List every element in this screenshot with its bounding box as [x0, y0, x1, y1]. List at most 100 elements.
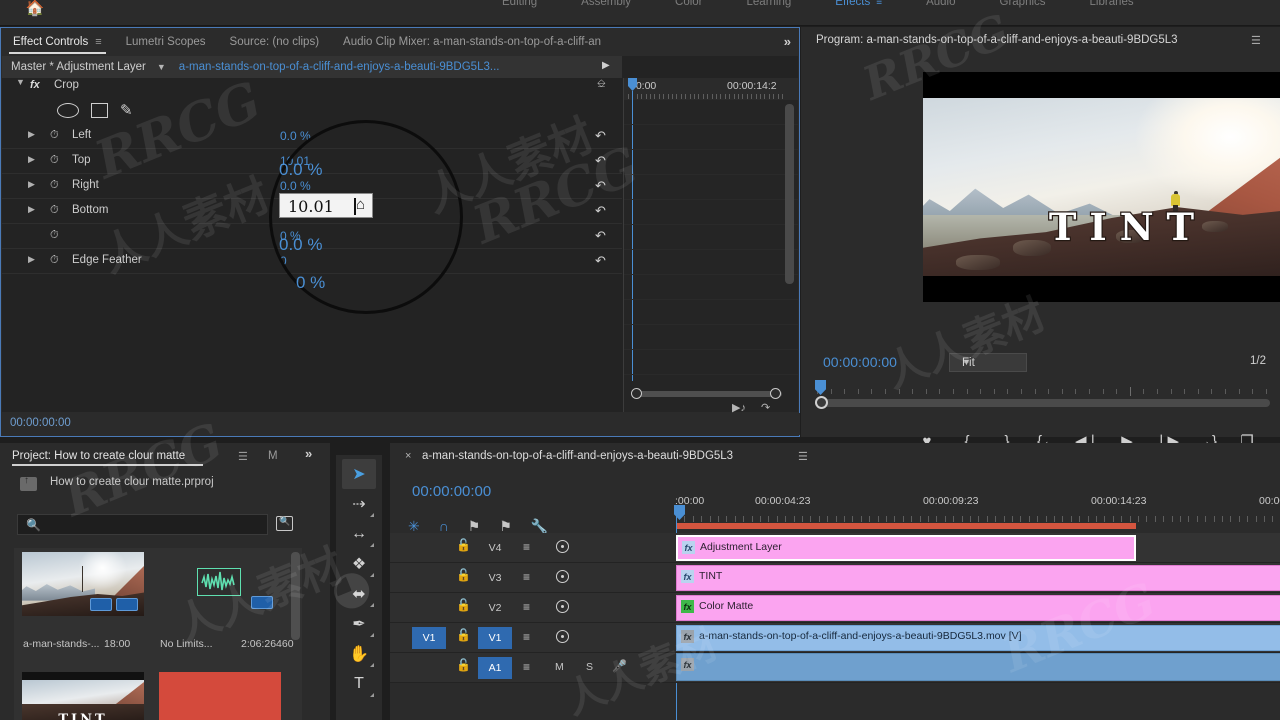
- project-file-row[interactable]: How to create clour matte.prproj: [0, 470, 330, 500]
- voice-over-icon[interactable]: 🎤: [612, 659, 627, 673]
- track-name-A1[interactable]: A1: [478, 657, 512, 679]
- type-tool[interactable]: T: [342, 669, 376, 699]
- ripple-edit-tool[interactable]: ↔: [342, 519, 376, 549]
- timeline-clip[interactable]: fx: [676, 653, 1280, 681]
- zoom-level-select[interactable]: Fit ▼: [949, 353, 1027, 372]
- effect-toggle-icon[interactable]: ⎒: [597, 78, 606, 91]
- workspace-tab-editing[interactable]: Editing: [480, 0, 559, 8]
- ellipse-mask-icon[interactable]: [57, 103, 79, 118]
- tab-source-no-clips[interactable]: Source: (no clips): [218, 28, 331, 56]
- lock-icon[interactable]: 🔓: [456, 598, 471, 612]
- track-visibility-icon[interactable]: [556, 540, 569, 553]
- sync-lock-icon[interactable]: ≡: [523, 630, 530, 644]
- pen-tool[interactable]: ✒: [342, 609, 376, 639]
- chevron-down-icon[interactable]: ▼: [16, 78, 25, 87]
- chevron-right-icon[interactable]: ▶: [28, 129, 35, 140]
- snap-icon[interactable]: ∩: [439, 518, 449, 534]
- home-icon[interactable]: 🏠: [24, 0, 46, 18]
- hamburger-icon[interactable]: ≡: [95, 28, 101, 56]
- reset-icon[interactable]: ↶: [595, 228, 606, 244]
- workspace-tab-audio[interactable]: Audio: [904, 0, 977, 8]
- effect-timeline-ruler[interactable]: 00:00 00:00:14:2: [624, 78, 798, 100]
- effect-controls-overflow-button[interactable]: »: [784, 34, 791, 49]
- sync-lock-icon[interactable]: ≡: [523, 540, 530, 554]
- workspace-tab-libraries[interactable]: Libraries: [1068, 0, 1156, 8]
- tab-project[interactable]: Project: How to create clour matte: [12, 443, 204, 469]
- sync-lock-icon[interactable]: ≡: [523, 600, 530, 614]
- zoom-handle-left[interactable]: [631, 388, 642, 399]
- tab-sequence[interactable]: a-man-stands-on-top-of-a-cliff-and-enjoy…: [422, 450, 733, 462]
- play-arrow-icon[interactable]: ▶: [602, 60, 610, 71]
- zoom-scrollbar[interactable]: [624, 388, 798, 400]
- reset-icon[interactable]: ↶: [595, 153, 606, 169]
- program-scrubber[interactable]: [801, 379, 1280, 413]
- lock-icon[interactable]: 🔓: [456, 658, 471, 672]
- track-visibility-icon[interactable]: [556, 600, 569, 613]
- workspace-tab-learning[interactable]: Learning: [725, 0, 814, 8]
- hamburger-icon[interactable]: ☰: [1251, 34, 1261, 47]
- tab-media-browser-partial[interactable]: M: [268, 443, 278, 469]
- stopwatch-icon[interactable]: ⏱: [50, 179, 59, 192]
- timeline-clip[interactable]: fx Adjustment Layer: [676, 535, 1136, 561]
- reset-icon[interactable]: ↶: [595, 128, 606, 144]
- solo-track-button[interactable]: S: [586, 661, 593, 673]
- tab-lumetri-scopes[interactable]: Lumetri Scopes: [114, 28, 218, 56]
- program-monitor-video[interactable]: TINT: [923, 72, 1280, 302]
- timeline-clip[interactable]: fx a-man-stands-on-top-of-a-cliff-and-enj…: [676, 625, 1280, 651]
- workspace-tab-effects[interactable]: Effects ≡: [813, 0, 904, 8]
- hamburger-icon[interactable]: ≡: [876, 0, 882, 8]
- captions-icon[interactable]: ⚑: [468, 518, 481, 535]
- workspace-tab-assembly[interactable]: Assembly: [559, 0, 653, 8]
- stopwatch-icon[interactable]: ⏱: [50, 229, 59, 242]
- track-visibility-icon[interactable]: [556, 630, 569, 643]
- hamburger-icon[interactable]: ☰: [798, 450, 808, 463]
- razor-tool[interactable]: ❖: [342, 549, 376, 579]
- sync-lock-icon[interactable]: ≡: [523, 570, 530, 584]
- workspace-tab-graphics[interactable]: Graphics: [978, 0, 1068, 8]
- chevron-down-icon[interactable]: ▼: [157, 62, 166, 72]
- effect-controls-timecode[interactable]: 00:00:00:00: [10, 417, 71, 429]
- reset-icon[interactable]: ↶: [595, 253, 606, 269]
- track-target-toggle[interactable]: V1: [412, 627, 446, 649]
- stopwatch-icon[interactable]: ⏱: [50, 154, 59, 167]
- parameter-value[interactable]: 0.0 %: [280, 179, 311, 193]
- track-name-V4[interactable]: V4: [478, 537, 512, 559]
- timeline-clip[interactable]: fx TINT: [676, 565, 1280, 591]
- mute-track-button[interactable]: M: [555, 661, 564, 673]
- track-name-V2[interactable]: V2: [478, 597, 512, 619]
- program-timecode[interactable]: 00:00:00:00: [823, 354, 897, 370]
- lock-icon[interactable]: 🔓: [456, 628, 471, 642]
- vertical-scrollbar[interactable]: [785, 104, 794, 284]
- stopwatch-icon[interactable]: ⏱: [50, 129, 59, 142]
- lock-icon[interactable]: 🔓: [456, 538, 471, 552]
- parameter-value[interactable]: 0: [280, 254, 287, 268]
- rectangle-mask-icon[interactable]: [91, 103, 108, 118]
- chevron-right-icon[interactable]: ▶: [28, 179, 35, 190]
- track-select-forward-tool[interactable]: ⇢: [342, 489, 376, 519]
- crop-effect-header[interactable]: ▼ fx Crop ⎒: [2, 78, 622, 96]
- hand-tool[interactable]: ✋: [342, 639, 376, 669]
- project-overflow-button[interactable]: »: [305, 446, 312, 461]
- linked-selection-icon[interactable]: ✳: [408, 518, 420, 535]
- workspace-tab-color[interactable]: Color: [653, 0, 724, 8]
- timeline-settings-icon[interactable]: 🔧: [531, 518, 548, 535]
- find-icon[interactable]: [276, 516, 293, 531]
- track-visibility-icon[interactable]: [556, 570, 569, 583]
- chevron-right-icon[interactable]: ▶: [28, 154, 35, 165]
- timeline-playhead-timecode[interactable]: 00:00:00:00: [412, 483, 491, 500]
- timeline-ruler[interactable]: :00:00 00:00:04:23 00:00:09:23 00:00:14:…: [675, 495, 1280, 523]
- work-area-bar[interactable]: [676, 523, 1136, 529]
- pen-mask-icon[interactable]: ✎: [120, 101, 133, 119]
- scrubber-handle[interactable]: [815, 396, 828, 409]
- sync-lock-icon[interactable]: ≡: [523, 660, 530, 674]
- zoom-handle-right[interactable]: [770, 388, 781, 399]
- playback-resolution[interactable]: 1/2: [1250, 355, 1266, 367]
- lock-icon[interactable]: 🔓: [456, 568, 471, 582]
- reset-icon[interactable]: ↶: [595, 203, 606, 219]
- close-icon[interactable]: ×: [405, 450, 411, 462]
- track-name-V1[interactable]: V1: [478, 627, 512, 649]
- stopwatch-icon[interactable]: ⏱: [50, 204, 59, 217]
- parameter-value[interactable]: 0.0 %: [280, 129, 311, 143]
- marker-icon[interactable]: ⚑: [499, 518, 512, 535]
- slip-tool[interactable]: ⬌: [342, 579, 376, 609]
